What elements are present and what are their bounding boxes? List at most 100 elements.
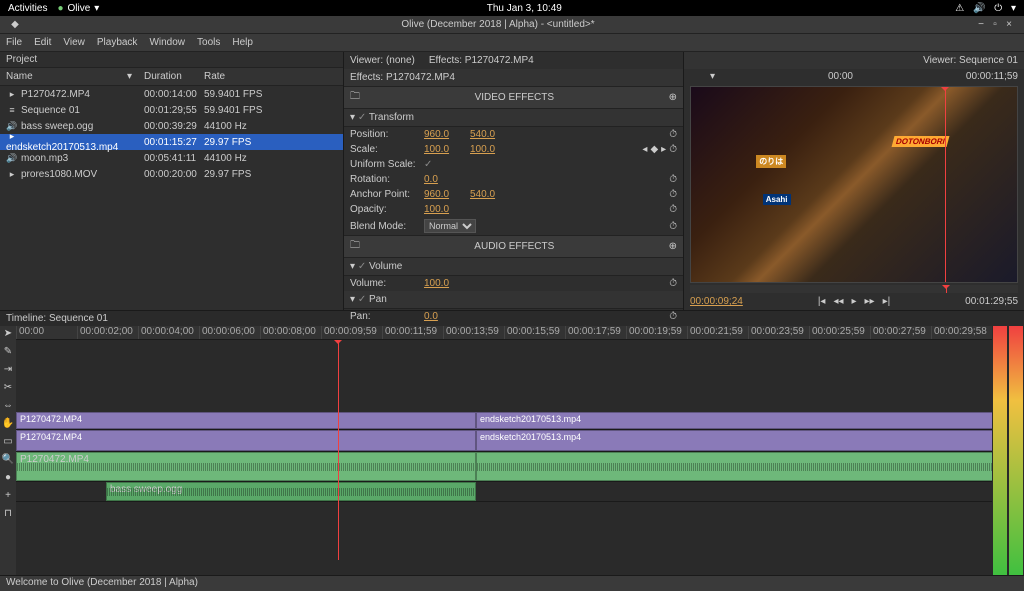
transform-group[interactable]: ▾ ✓ Transform: [344, 109, 683, 127]
next-frame-button[interactable]: ▸▸: [865, 296, 875, 307]
video-track-1: P1270472.MP4 endsketch20170513.mp4: [16, 430, 992, 452]
volume-value[interactable]: 100.0: [424, 278, 464, 289]
play-button[interactable]: ▸: [851, 296, 856, 307]
go-start-button[interactable]: |◂: [818, 296, 826, 307]
position-x[interactable]: 960.0: [424, 129, 464, 140]
opacity-value[interactable]: 100.0: [424, 204, 464, 215]
record-tool[interactable]: ●: [5, 472, 11, 483]
status-bar: Welcome to Olive (December 2018 | Alpha): [0, 575, 1024, 591]
system-topbar: Activities ● Olive ▾ Thu Jan 3, 10:49 ⚠ …: [0, 0, 1024, 16]
go-end-button[interactable]: ▸|: [883, 296, 891, 307]
effects-title: Effects: P1270472.MP4: [344, 69, 683, 86]
add-icon[interactable]: ⊕: [669, 241, 677, 252]
scale-y[interactable]: 100.0: [470, 144, 510, 155]
video-effects-section: 🗀VIDEO EFFECTS⊕: [344, 86, 683, 109]
scale-x[interactable]: 100.0: [424, 144, 464, 155]
menu-tools[interactable]: Tools: [197, 37, 220, 48]
folder-icon[interactable]: 🗀: [350, 238, 360, 255]
add-icon[interactable]: ⊕: [669, 92, 677, 103]
keyframe-icon[interactable]: ⏱: [669, 221, 677, 232]
viewer-panel: Viewer: Sequence 01 ▾ 00:00 00:00:11;59 …: [684, 52, 1024, 310]
hand-tool[interactable]: ✋: [2, 418, 14, 429]
menu-edit[interactable]: Edit: [34, 37, 51, 48]
clip-video[interactable]: endsketch20170513.mp4: [476, 412, 992, 429]
viewer-scrubber[interactable]: [690, 285, 1018, 293]
clip-audio[interactable]: [476, 452, 992, 481]
project-item[interactable]: ▸prores1080.MOV00:00:20:0029.97 FPS: [0, 166, 343, 182]
col-rate[interactable]: Rate: [198, 68, 298, 85]
timeline-title: Timeline: Sequence 01: [0, 311, 1024, 326]
menu-playback[interactable]: Playback: [97, 37, 138, 48]
pointer-tool[interactable]: ➤: [4, 328, 12, 339]
keyframe-icon[interactable]: ⏱: [669, 189, 677, 200]
menu-view[interactable]: View: [63, 37, 85, 48]
col-duration[interactable]: Duration: [138, 68, 198, 85]
viewer-time-end: 00:00:11;59: [966, 71, 1018, 82]
timeline-panel: Timeline: Sequence 01 ➤ ✎ ⇥ ✂ ⇔ ✋ ▭ 🔍 ● …: [0, 310, 1024, 575]
audio-track-1: P1270472.MP4: [16, 452, 992, 482]
activities-label[interactable]: Activities: [8, 3, 47, 14]
keyframe-icon[interactable]: ⏱: [669, 278, 677, 289]
viewer-timecode-left[interactable]: 00:00:09;24: [690, 296, 743, 307]
menu-icon[interactable]: ▾: [1011, 3, 1016, 14]
volume-group[interactable]: ▾ ✓ Volume: [344, 258, 683, 276]
folder-icon[interactable]: 🗀: [350, 89, 360, 106]
keyframe-icon[interactable]: ⏱: [669, 174, 677, 185]
datetime: Thu Jan 3, 10:49: [99, 3, 949, 14]
keyframe-icon[interactable]: ⏱: [669, 204, 677, 215]
app-icon: ◆: [8, 19, 22, 30]
edit-tool[interactable]: ✎: [4, 346, 12, 357]
timeline-tracks[interactable]: P1270472.MP4 endsketch20170513.mp4 P1270…: [16, 340, 992, 560]
network-icon[interactable]: ⚠: [955, 3, 964, 14]
keyframe-icon[interactable]: ⏱: [669, 129, 677, 140]
timeline-tools: ➤ ✎ ⇥ ✂ ⇔ ✋ ▭ 🔍 ● + ⊓: [0, 326, 16, 575]
project-item[interactable]: ▸P1270472.MP400:00:14:0059.9401 FPS: [0, 86, 343, 102]
viewer-time-start: 00:00: [828, 71, 853, 82]
minimize-button[interactable]: −: [974, 19, 988, 30]
volume-icon[interactable]: 🔊: [973, 3, 985, 14]
menu-file[interactable]: File: [6, 37, 22, 48]
timeline-ruler[interactable]: 00:0000:00:02;0000:00:04;0000:00:06;0000…: [16, 326, 992, 340]
close-button[interactable]: ×: [1002, 19, 1016, 30]
audio-track-2: bass sweep.ogg: [16, 482, 992, 502]
project-item[interactable]: 🔊moon.mp300:05:41:1144100 Hz: [0, 150, 343, 166]
anchor-x[interactable]: 960.0: [424, 189, 464, 200]
viewer-timecode-right: 00:01:29;55: [965, 296, 1018, 307]
clip-video[interactable]: P1270472.MP4: [16, 412, 476, 429]
zoom-tool[interactable]: 🔍: [2, 454, 14, 465]
slip-tool[interactable]: ⇔: [3, 400, 13, 411]
viewer-none-tab[interactable]: Viewer: (none): [350, 55, 415, 66]
add-tool[interactable]: +: [5, 490, 11, 501]
clip-audio[interactable]: bass sweep.ogg: [106, 482, 476, 501]
menu-window[interactable]: Window: [149, 37, 185, 48]
effects-panel: Viewer: (none) Effects: P1270472.MP4 Eff…: [344, 52, 684, 310]
anchor-y[interactable]: 540.0: [470, 189, 510, 200]
pan-group[interactable]: ▾ ✓ Pan: [344, 291, 683, 309]
power-icon[interactable]: ⏻: [994, 3, 1002, 14]
menu-bar: File Edit View Playback Window Tools Hel…: [0, 34, 1024, 52]
ripple-tool[interactable]: ⇥: [4, 364, 12, 375]
transition-tool[interactable]: ▭: [3, 436, 12, 447]
uniform-checkbox[interactable]: ✓: [424, 159, 432, 170]
col-name[interactable]: Name ▾: [0, 68, 138, 85]
maximize-button[interactable]: ▫: [988, 19, 1002, 30]
app-name[interactable]: Olive: [68, 3, 91, 14]
clip-video[interactable]: P1270472.MP4: [16, 430, 476, 451]
viewer-preview[interactable]: のりは Asahi DOTONBORI: [690, 86, 1018, 283]
project-item[interactable]: ≡Sequence 0100:01:29;5559.9401 FPS: [0, 102, 343, 118]
blend-mode-select[interactable]: Normal: [424, 219, 476, 233]
menu-help[interactable]: Help: [232, 37, 253, 48]
prev-frame-button[interactable]: ◂◂: [833, 296, 843, 307]
clip-video[interactable]: endsketch20170513.mp4: [476, 430, 992, 451]
window-title: Olive (December 2018 | Alpha) - <untitle…: [22, 19, 974, 30]
viewer-title: Viewer: Sequence 01: [684, 52, 1024, 69]
video-track-2: P1270472.MP4 endsketch20170513.mp4: [16, 412, 992, 430]
rotation-value[interactable]: 0.0: [424, 174, 464, 185]
snap-tool[interactable]: ⊓: [4, 508, 12, 519]
effects-tab[interactable]: Effects: P1270472.MP4: [429, 55, 534, 66]
position-y[interactable]: 540.0: [470, 129, 510, 140]
keyframe-icon[interactable]: ⏱: [669, 144, 677, 155]
razor-tool[interactable]: ✂: [4, 382, 12, 393]
project-item[interactable]: ▸endsketch20170513.mp400:01:15:2729.97 F…: [0, 134, 343, 150]
clip-audio[interactable]: P1270472.MP4: [16, 452, 476, 481]
